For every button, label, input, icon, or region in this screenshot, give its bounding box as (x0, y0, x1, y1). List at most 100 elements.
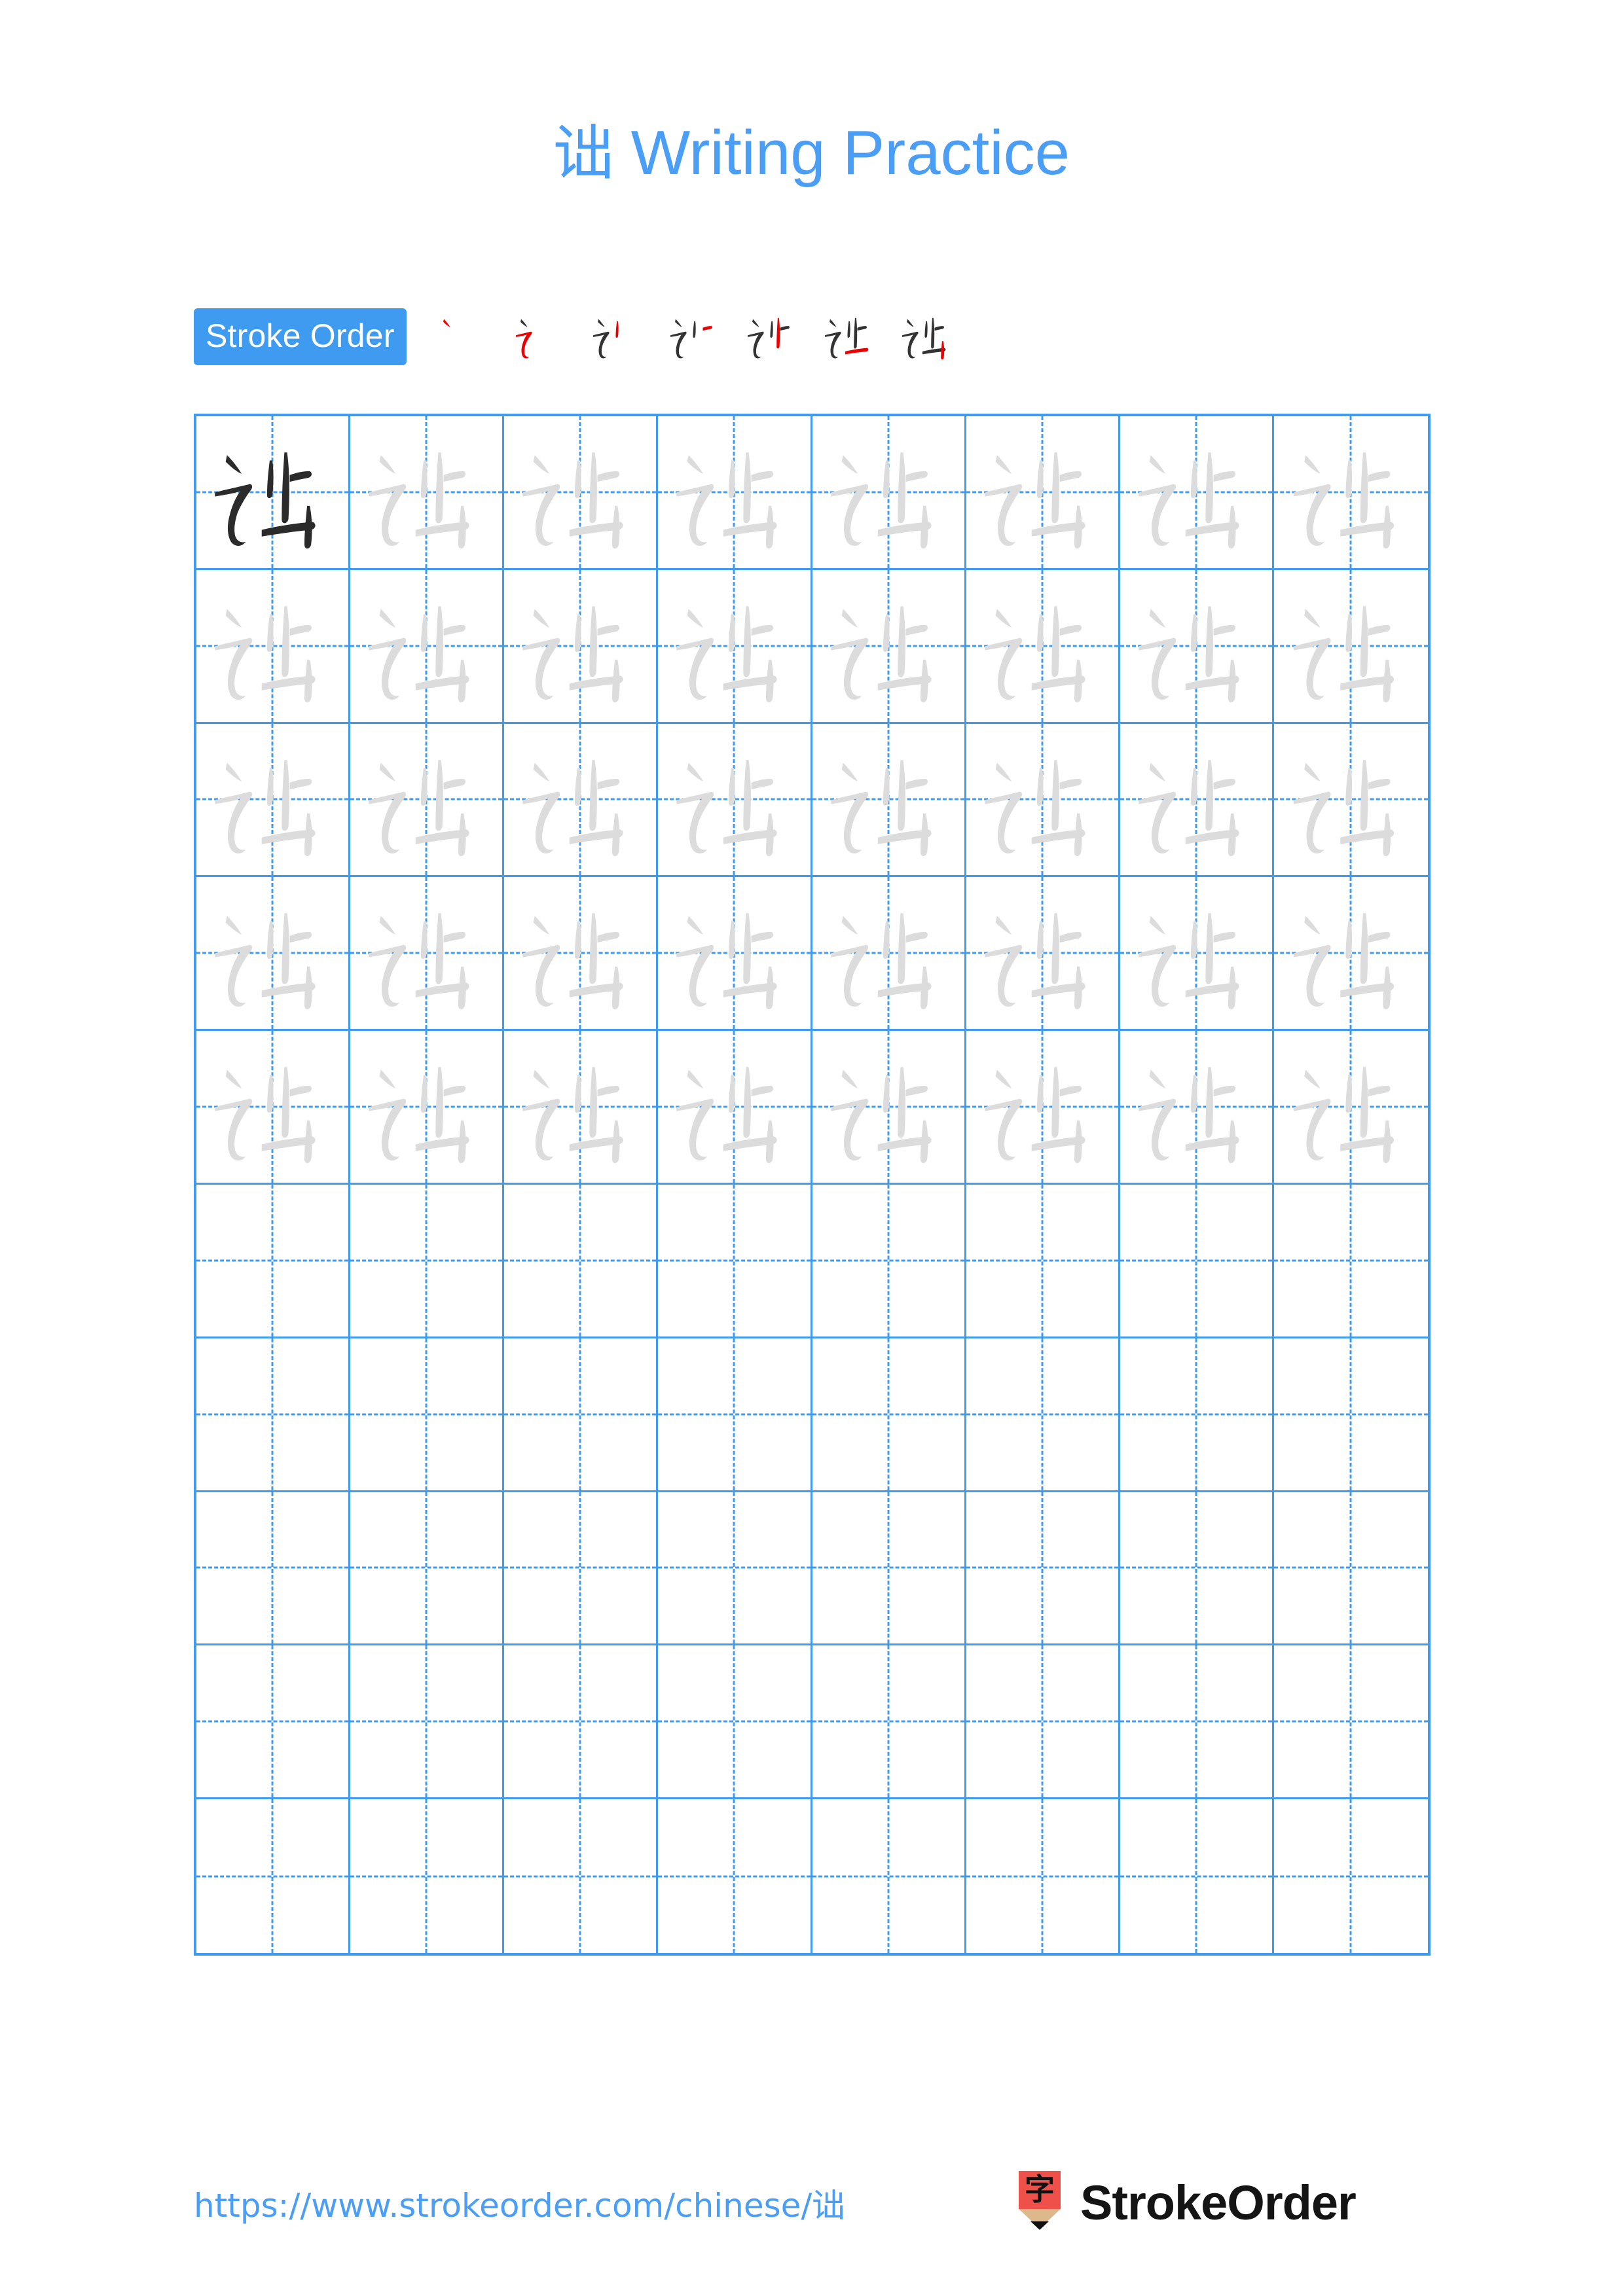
practice-cell-r1-c4[interactable] (658, 416, 812, 570)
practice-cell-r8-c4[interactable] (658, 1492, 812, 1646)
brand-name: StrokeOrder (1080, 2175, 1357, 2230)
practice-cell-r9-c1[interactable] (196, 1645, 351, 1800)
practice-character-trace (1274, 1031, 1428, 1183)
practice-cell-r2-c4[interactable] (658, 569, 812, 724)
practice-cell-r6-c2[interactable] (350, 1185, 505, 1338)
page-title-suffix: Writing Practice (613, 118, 1070, 188)
page-title-character: 诎 (553, 118, 613, 188)
practice-cell-r7-c3[interactable] (504, 1338, 659, 1492)
practice-cell-r9-c2[interactable] (350, 1645, 505, 1800)
practice-cell-r1-c7[interactable] (1120, 416, 1274, 570)
practice-cell-r8-c3[interactable] (504, 1492, 659, 1646)
practice-grid (194, 414, 1431, 1956)
practice-cell-r5-c1[interactable] (196, 1031, 351, 1185)
practice-cell-r4-c1[interactable] (196, 877, 351, 1031)
practice-cell-r3-c4[interactable] (658, 723, 812, 878)
practice-cell-r10-c1[interactable] (196, 1799, 351, 1953)
practice-cell-r8-c7[interactable] (1120, 1492, 1274, 1646)
practice-cell-r10-c8[interactable] (1274, 1799, 1428, 1953)
practice-cell-r10-c7[interactable] (1120, 1799, 1274, 1953)
practice-cell-r10-c4[interactable] (658, 1799, 812, 1953)
practice-cell-r4-c2[interactable] (350, 877, 505, 1031)
practice-cell-r8-c2[interactable] (350, 1492, 505, 1646)
stroke-order-step-7 (888, 305, 966, 368)
practice-cell-r9-c4[interactable] (658, 1645, 812, 1800)
stroke-order-step-4 (657, 305, 734, 368)
practice-cell-r4-c5[interactable] (812, 877, 966, 1031)
practice-cell-r1-c3[interactable] (504, 416, 659, 570)
practice-cell-r1-c8[interactable] (1273, 416, 1428, 570)
pencil-logo-icon: 字 (1019, 2171, 1061, 2230)
practice-character-trace (504, 416, 656, 568)
practice-character-trace (1274, 570, 1428, 722)
practice-cell-r1-c5[interactable] (812, 416, 966, 570)
footer-url[interactable]: https://www.strokeorder.com/chinese/诎 (194, 2179, 845, 2227)
practice-cell-r2-c5[interactable] (812, 569, 966, 724)
practice-cell-r9-c7[interactable] (1120, 1645, 1274, 1800)
practice-character-trace (196, 724, 348, 876)
practice-cell-r3-c2[interactable] (350, 723, 505, 878)
practice-cell-r7-c5[interactable] (812, 1338, 966, 1492)
practice-character-trace (1120, 570, 1272, 722)
practice-cell-r7-c2[interactable] (350, 1338, 505, 1492)
practice-character-trace (196, 1031, 348, 1183)
practice-cell-r2-c7[interactable] (1120, 569, 1274, 724)
practice-cell-r3-c5[interactable] (812, 723, 966, 878)
practice-cell-r7-c8[interactable] (1273, 1338, 1428, 1492)
practice-cell-r4-c3[interactable] (504, 877, 659, 1031)
practice-cell-r5-c6[interactable] (966, 1031, 1120, 1185)
practice-cell-r8-c5[interactable] (812, 1492, 966, 1646)
practice-cell-r2-c6[interactable] (966, 569, 1120, 724)
practice-cell-r9-c5[interactable] (812, 1645, 966, 1800)
practice-cell-r1-c2[interactable] (350, 416, 505, 570)
practice-cell-r4-c6[interactable] (966, 877, 1120, 1031)
practice-cell-r7-c4[interactable] (658, 1338, 812, 1492)
practice-cell-r3-c3[interactable] (504, 723, 659, 878)
practice-cell-r9-c3[interactable] (504, 1645, 659, 1800)
practice-cell-r4-c4[interactable] (658, 877, 812, 1031)
practice-cell-r4-c7[interactable] (1120, 877, 1274, 1031)
practice-cell-r5-c3[interactable] (504, 1031, 659, 1185)
practice-cell-r5-c7[interactable] (1120, 1031, 1274, 1185)
practice-cell-r2-c3[interactable] (504, 569, 659, 724)
practice-cell-r8-c1[interactable] (196, 1492, 351, 1646)
practice-cell-r10-c5[interactable] (812, 1799, 966, 1953)
practice-cell-r6-c1[interactable] (196, 1185, 351, 1338)
brand-logo-group[interactable]: 字 StrokeOrder (1016, 2166, 1357, 2238)
practice-cell-r6-c7[interactable] (1120, 1185, 1274, 1338)
practice-character-trace (658, 877, 810, 1029)
stroke-order-step-1 (425, 305, 502, 368)
practice-cell-r6-c6[interactable] (966, 1185, 1120, 1338)
practice-cell-r8-c8[interactable] (1273, 1492, 1428, 1646)
practice-cell-r7-c7[interactable] (1120, 1338, 1274, 1492)
practice-cell-r8-c6[interactable] (966, 1492, 1120, 1646)
practice-cell-r2-c2[interactable] (350, 569, 505, 724)
practice-cell-r5-c8[interactable] (1273, 1031, 1428, 1185)
practice-cell-r10-c3[interactable] (504, 1799, 659, 1953)
practice-cell-r5-c4[interactable] (658, 1031, 812, 1185)
practice-cell-r4-c8[interactable] (1273, 877, 1428, 1031)
practice-cell-r5-c5[interactable] (812, 1031, 966, 1185)
practice-character-trace (1274, 416, 1428, 568)
practice-cell-r1-c6[interactable] (966, 416, 1120, 570)
practice-cell-r7-c1[interactable] (196, 1338, 351, 1492)
practice-cell-r7-c6[interactable] (966, 1338, 1120, 1492)
practice-cell-r3-c1[interactable] (196, 723, 351, 878)
practice-cell-r5-c2[interactable] (350, 1031, 505, 1185)
practice-cell-r10-c6[interactable] (966, 1799, 1120, 1953)
practice-cell-r2-c8[interactable] (1273, 570, 1428, 724)
practice-cell-r6-c5[interactable] (812, 1185, 966, 1338)
practice-cell-r9-c6[interactable] (966, 1645, 1120, 1800)
practice-cell-r3-c6[interactable] (966, 723, 1120, 878)
practice-cell-r2-c1[interactable] (196, 569, 351, 724)
practice-character-trace (812, 877, 964, 1029)
practice-cell-r3-c8[interactable] (1273, 724, 1428, 878)
practice-cell-r6-c3[interactable] (504, 1185, 659, 1338)
practice-cell-r10-c2[interactable] (350, 1799, 505, 1953)
practice-cell-r6-c8[interactable] (1273, 1185, 1428, 1338)
practice-cell-r9-c8[interactable] (1273, 1645, 1428, 1800)
practice-cell-r1-c1[interactable] (196, 416, 351, 570)
practice-cell-r6-c4[interactable] (658, 1185, 812, 1338)
practice-cell-r3-c7[interactable] (1120, 723, 1274, 878)
stroke-order-badge: Stroke Order (194, 308, 407, 365)
